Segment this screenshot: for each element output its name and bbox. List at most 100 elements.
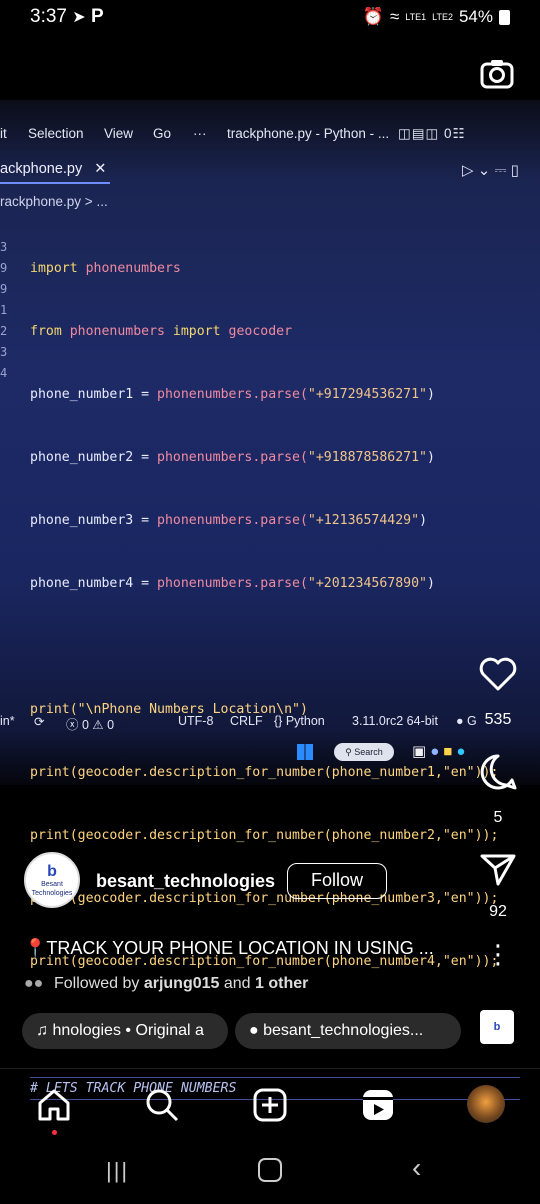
- editor-menubar: it Selection View Go ··· trackphone.py -…: [0, 126, 540, 146]
- app-navbar: [0, 1068, 540, 1139]
- code-line: from phonenumbers import geocoder: [30, 324, 293, 339]
- window-title: trackphone.py - Python - ...: [227, 126, 390, 141]
- menu-edit[interactable]: it: [0, 126, 7, 141]
- signal-1-icon: LTE1: [405, 12, 427, 22]
- share-count: 92: [489, 903, 507, 920]
- search-icon: [146, 1089, 179, 1122]
- back-button[interactable]: ‹: [412, 1152, 421, 1184]
- nav-profile[interactable]: [467, 1085, 505, 1123]
- code-line: phone_number4 = phonenumbers.parse("+201…: [30, 576, 435, 591]
- wifi-icon: ≈: [389, 7, 400, 26]
- folder-icon: ■: [443, 743, 457, 760]
- battery-text: 54%: [458, 7, 493, 26]
- camera-button[interactable]: [478, 55, 516, 93]
- nav-search[interactable]: [144, 1087, 180, 1128]
- run-controls[interactable]: ▷ ⌄ ⎓ ▯: [462, 161, 519, 179]
- code-line: phone_number3 = phonenumbers.parse("+121…: [30, 513, 428, 528]
- menu-selection[interactable]: Selection: [28, 126, 84, 141]
- line-number: 9: [0, 261, 8, 275]
- followed-user: arjung015: [143, 975, 220, 992]
- system-navbar: ||| ‹: [0, 1140, 540, 1204]
- line-number: 3: [0, 240, 8, 254]
- breadcrumb: rackphone.py > ...: [0, 194, 108, 209]
- home-system-button[interactable]: [258, 1158, 282, 1182]
- audio-thumbnail[interactable]: b: [480, 1010, 514, 1044]
- editor-tab-label: ackphone.py: [0, 161, 83, 177]
- share-button[interactable]: 92: [456, 852, 540, 921]
- code-line: import phonenumbers: [30, 261, 181, 276]
- tagged-user-label: besant_technologies...: [263, 1022, 424, 1039]
- line-number: 2: [0, 324, 8, 338]
- battery-icon: [499, 9, 510, 25]
- code-line: print(geocoder.description_for_number(ph…: [30, 765, 499, 780]
- send-icon: [480, 854, 516, 886]
- code-line: phone_number1 = phonenumbers.parse("+917…: [30, 387, 435, 402]
- sync-icon[interactable]: ⟳: [34, 714, 44, 729]
- followed-rest: 1 other: [255, 975, 309, 992]
- alarm-icon: ⏰: [362, 7, 384, 26]
- code-line: phone_number2 = phonenumbers.parse("+918…: [30, 450, 435, 465]
- audio-pill[interactable]: ♫ hnologies • Original a: [22, 1013, 228, 1049]
- music-note-icon: ♫: [36, 1022, 48, 1039]
- follower-avatars: ●●: [24, 975, 44, 992]
- caption[interactable]: 📍TRACK YOUR PHONE LOCATION IN USING ...: [24, 938, 434, 959]
- line-number: 4: [0, 366, 8, 380]
- signal-2-icon: LTE2: [432, 12, 453, 22]
- menu-view[interactable]: View: [104, 126, 133, 141]
- statusbar-branch[interactable]: in*: [0, 714, 15, 728]
- close-icon[interactable]: ✕: [94, 161, 106, 177]
- comment-count: 5: [493, 809, 503, 826]
- menu-go[interactable]: Go: [153, 126, 171, 141]
- line-number: 1: [0, 303, 8, 317]
- navigation-arrow-icon: ➤: [72, 9, 86, 26]
- nav-home[interactable]: [36, 1087, 72, 1135]
- follow-button[interactable]: Follow: [287, 863, 387, 899]
- status-time: 3:37 ➤ P: [30, 6, 104, 28]
- camera-icon: [480, 60, 514, 89]
- parking-icon: P: [90, 6, 104, 27]
- avatar-text: Besant Technologies: [31, 881, 73, 897]
- comment-icon: [480, 754, 517, 790]
- line-number: 3: [0, 345, 8, 359]
- comment-button[interactable]: 5: [456, 752, 540, 827]
- taskbar-search-label: Search: [354, 747, 383, 757]
- line-number-gutter: 3 9 9 1 2 3 4: [0, 216, 7, 384]
- more-vertical-icon: ⋮: [485, 939, 511, 969]
- followed-by[interactable]: ●● Followed by arjung015 and 1 other: [24, 975, 308, 993]
- nav-create[interactable]: [252, 1087, 288, 1128]
- language-indicator[interactable]: {} Python: [274, 714, 325, 728]
- active-tab-indicator: [0, 182, 110, 184]
- like-count: 535: [484, 711, 512, 728]
- problems-indicator[interactable]: ⓧ 0 ⚠ 0: [66, 714, 114, 733]
- layout-icons[interactable]: ◫▤◫ 0☷: [398, 126, 466, 142]
- chat-icon: ●: [430, 743, 444, 760]
- code-line: print(geocoder.description_for_number(ph…: [30, 828, 499, 843]
- encoding-indicator[interactable]: UTF-8: [178, 714, 213, 728]
- heart-icon: [479, 657, 517, 691]
- window-icon: ▣: [412, 743, 431, 760]
- home-icon: [38, 1089, 70, 1121]
- followed-mid: and: [219, 975, 256, 992]
- avatar[interactable]: b Besant Technologies: [24, 852, 80, 908]
- editor-tab[interactable]: ackphone.py ✕: [0, 161, 106, 177]
- person-icon: ●: [249, 1022, 259, 1039]
- like-button[interactable]: 535: [456, 656, 540, 729]
- search-icon: ⚲: [345, 747, 352, 757]
- followed-prefix: Followed by: [54, 975, 144, 992]
- eol-indicator[interactable]: CRLF: [230, 714, 263, 728]
- windows-start-icon: [297, 744, 313, 760]
- reels-icon: [363, 1090, 393, 1120]
- username[interactable]: besant_technologies: [96, 871, 275, 892]
- nav-reels[interactable]: [360, 1087, 396, 1128]
- notification-dot: [51, 1130, 57, 1135]
- taskbar-search: ⚲ Search: [334, 743, 394, 761]
- more-options-button[interactable]: ⋮: [456, 941, 540, 967]
- time-text: 3:37: [30, 6, 67, 27]
- plus-square-icon: [253, 1088, 287, 1122]
- line-number: 9: [0, 282, 8, 296]
- audio-label: hnologies • Original a: [52, 1022, 204, 1039]
- tagged-user-pill[interactable]: ● besant_technologies...: [235, 1013, 461, 1049]
- recents-button[interactable]: |||: [106, 1158, 129, 1184]
- interpreter-indicator[interactable]: 3.11.0rc2 64-bit: [352, 714, 438, 728]
- menu-more[interactable]: ···: [193, 126, 207, 141]
